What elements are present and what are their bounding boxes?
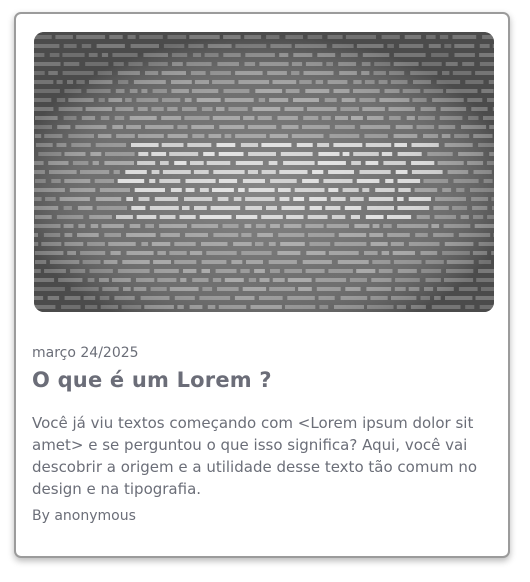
- post-date: março 24/2025: [32, 345, 139, 361]
- post-excerpt: Você já viu textos começando com <Lorem …: [32, 414, 478, 498]
- post-thumbnail[interactable]: [34, 32, 494, 312]
- lorem-text-image: [34, 32, 494, 312]
- post-title[interactable]: O que é um Lorem ?: [32, 368, 272, 392]
- post-card[interactable]: março 24/2025 O que é um Lorem ? Você já…: [14, 12, 510, 558]
- post-author: By anonymous: [32, 508, 136, 524]
